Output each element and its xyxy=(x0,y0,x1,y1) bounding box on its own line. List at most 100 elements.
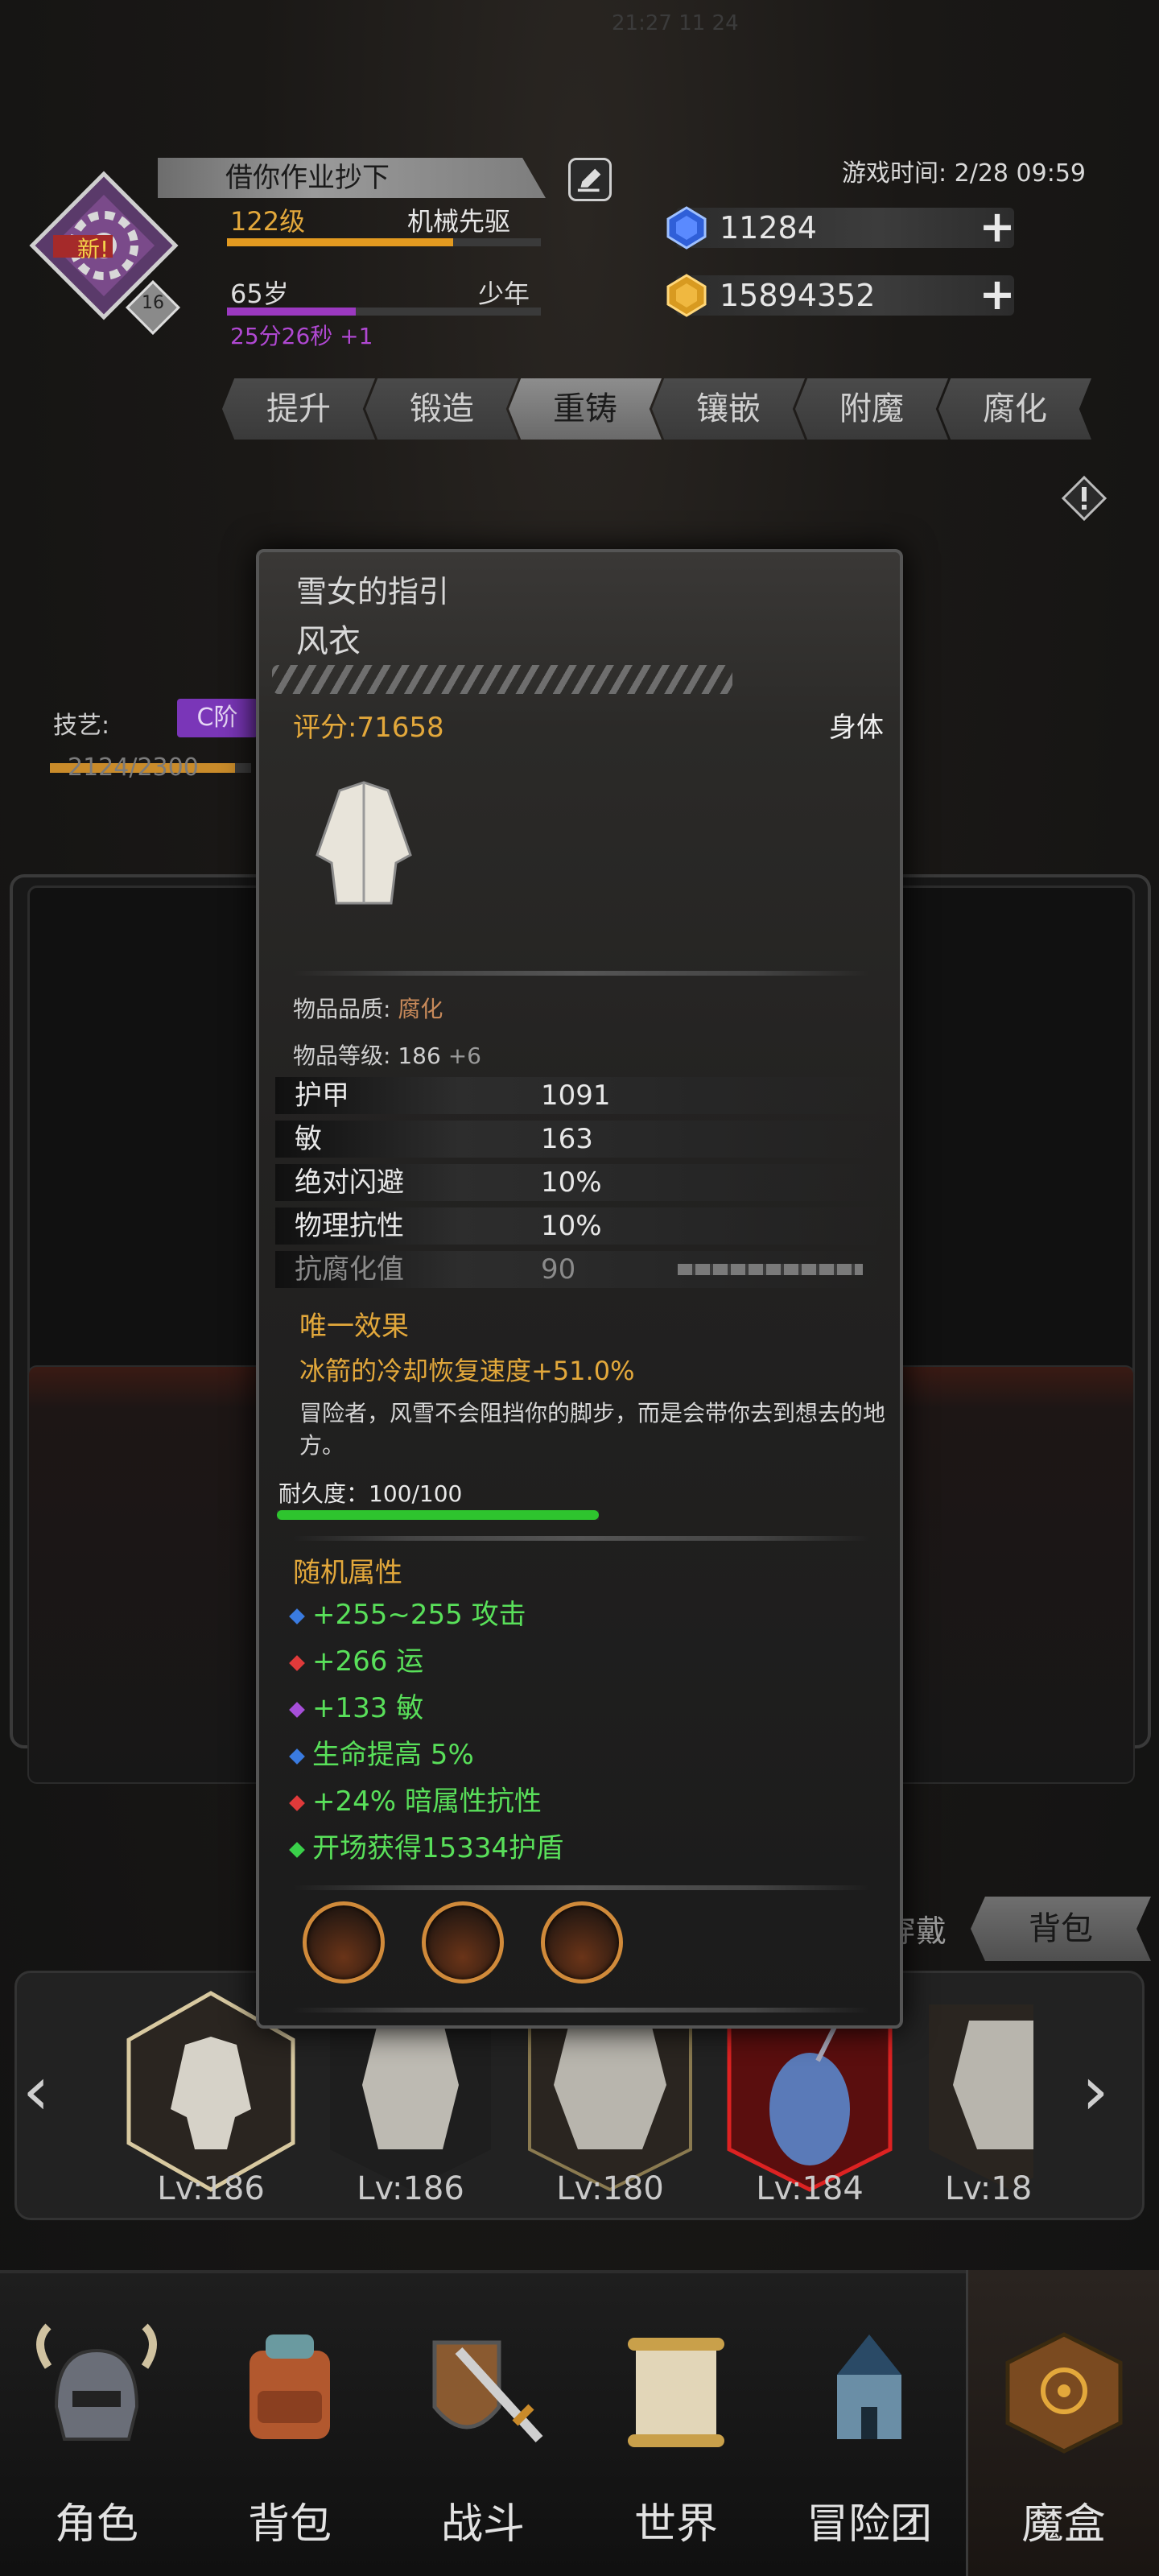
affix-text: +255~255 攻击 xyxy=(312,1599,526,1631)
player-age: 65岁 xyxy=(230,279,289,309)
skill-label: 技艺: xyxy=(53,712,110,740)
random-attributes-title: 随机属性 xyxy=(293,1557,402,1589)
castle-icon xyxy=(837,2334,901,2439)
item-score: 评分:71658 xyxy=(293,712,444,744)
age-progress-bar xyxy=(227,308,541,316)
shield-sword-icon xyxy=(432,2340,543,2443)
player-name: 借你作业抄下 xyxy=(158,158,546,198)
tab-forge[interactable]: 锻造 xyxy=(365,378,518,440)
add-gem-button[interactable]: + xyxy=(979,205,1016,249)
affix-dot-icon xyxy=(289,1748,305,1765)
stat-name: 抗腐化值 xyxy=(295,1253,404,1286)
stat-row: 护甲 1091 xyxy=(275,1077,889,1114)
age-timer: 25分26秒 +1 xyxy=(230,323,373,349)
carousel-item-level: Lv:186 xyxy=(157,2170,265,2207)
divider xyxy=(293,1536,869,1541)
carousel-item-level: Lv:186 xyxy=(357,2170,464,2207)
armor-icon xyxy=(929,2004,1033,2190)
quality-label: 物品品质: xyxy=(293,996,391,1022)
player-stage: 少年 xyxy=(478,279,530,309)
carousel-item-level: Lv:18 xyxy=(945,2170,1033,2207)
gem-socket[interactable] xyxy=(422,1901,504,1984)
nav-magic-box[interactable]: 魔盒 xyxy=(966,2270,1159,2576)
carousel-next-button[interactable]: › xyxy=(1082,2051,1109,2130)
scroll-icon xyxy=(628,2338,724,2447)
gem-socket[interactable] xyxy=(541,1901,623,1984)
add-gold-button[interactable]: + xyxy=(979,273,1016,316)
backpack-icon xyxy=(250,2334,330,2439)
forge-tabs: 提升 锻造 重铸 镶嵌 附魔 腐化 xyxy=(222,378,1116,440)
nav-guild[interactable]: 冒险团 xyxy=(773,2270,966,2576)
affix-text: +24% 暗属性抗性 xyxy=(312,1785,542,1818)
blue-gem-icon xyxy=(666,206,707,250)
nav-world[interactable]: 世界 xyxy=(580,2270,773,2576)
helmet-icon xyxy=(36,2323,157,2441)
tab-reforge[interactable]: 重铸 xyxy=(509,378,662,440)
hatch-divider xyxy=(272,665,732,694)
edit-name-button[interactable] xyxy=(568,158,612,201)
player-job: 机械先驱 xyxy=(407,206,511,237)
quality-value: 腐化 xyxy=(398,996,443,1022)
nav-character[interactable]: 角色 xyxy=(0,2270,193,2576)
item-level: 物品等级: 186 +6 xyxy=(293,1038,481,1071)
stat-value: 10% xyxy=(541,1166,602,1199)
item-slot: 身体 xyxy=(829,712,884,744)
nav-label: 背包 xyxy=(247,2500,332,2549)
tab-enchant[interactable]: 附魔 xyxy=(795,378,948,440)
tab-corrupt[interactable]: 腐化 xyxy=(938,378,1091,440)
stat-name: 物理抗性 xyxy=(295,1210,404,1242)
edit-icon xyxy=(577,168,601,192)
gold-resource: 15894352 + xyxy=(666,273,1016,317)
item-level-value: 186 xyxy=(398,1042,441,1069)
affix-text: +133 敏 xyxy=(312,1692,424,1724)
divider xyxy=(293,1885,869,1890)
carousel-prev-button[interactable]: ‹ xyxy=(23,2051,50,2130)
carousel-item[interactable] xyxy=(921,1988,1033,2194)
coat-icon xyxy=(316,781,412,905)
stat-value: 10% xyxy=(541,1210,602,1242)
item-quality: 物品品质: 腐化 xyxy=(293,992,443,1024)
item-name: 雪女的指引 xyxy=(296,574,450,609)
game-time: 游戏时间: 2/28 09:59 xyxy=(842,159,1087,188)
nav-backpack[interactable]: 背包 xyxy=(193,2270,386,2576)
stat-row: 抗腐化值 90 xyxy=(275,1251,889,1288)
stat-name: 护甲 xyxy=(295,1080,349,1112)
nav-label: 魔盒 xyxy=(1021,2500,1106,2549)
nav-label: 战斗 xyxy=(440,2500,525,2549)
affix-row: +133 敏 xyxy=(289,1686,424,1725)
warning-icon[interactable] xyxy=(1061,475,1107,522)
gem-socket[interactable] xyxy=(303,1901,385,1984)
stat-row: 敏 163 xyxy=(275,1121,889,1158)
stat-row: 物理抗性 10% xyxy=(275,1208,889,1245)
player-level: 122级 xyxy=(230,206,306,237)
carousel-item-level: Lv:180 xyxy=(556,2170,664,2207)
item-level-bonus: +6 xyxy=(448,1042,481,1069)
affix-row: 开场获得15334护盾 xyxy=(289,1826,563,1865)
affix-text: 生命提高 5% xyxy=(312,1739,474,1771)
divider xyxy=(293,2008,869,2013)
stat-value: 1091 xyxy=(541,1080,611,1112)
nav-label: 角色 xyxy=(54,2500,138,2549)
stat-value: 90 xyxy=(541,1253,576,1286)
level-progress-bar xyxy=(227,238,541,246)
affix-dot-icon xyxy=(289,1841,305,1858)
affix-dot-icon xyxy=(289,1701,305,1718)
nav-battle[interactable]: 战斗 xyxy=(386,2270,580,2576)
skill-progress-text: 2124/2300 xyxy=(68,753,199,782)
tab-upgrade[interactable]: 提升 xyxy=(222,378,375,440)
tab-pack[interactable]: 背包 xyxy=(971,1897,1151,1961)
affix-row: +255~255 攻击 xyxy=(289,1592,526,1632)
carousel-item-level: Lv:184 xyxy=(756,2170,864,2207)
stat-value: 163 xyxy=(541,1123,593,1155)
stat-name: 敏 xyxy=(295,1123,322,1155)
tab-inlay[interactable]: 镶嵌 xyxy=(652,378,805,440)
affix-dot-icon xyxy=(289,1654,305,1671)
item-level-label: 物品等级: xyxy=(293,1042,391,1069)
nav-label: 世界 xyxy=(633,2500,718,2549)
affix-row: +24% 暗属性抗性 xyxy=(289,1779,542,1818)
divider xyxy=(293,971,869,976)
gold-gem-icon xyxy=(666,274,707,317)
item-type: 风衣 xyxy=(296,623,361,660)
gold-count: 15894352 xyxy=(720,278,876,313)
gem-count: 11284 xyxy=(720,210,817,246)
